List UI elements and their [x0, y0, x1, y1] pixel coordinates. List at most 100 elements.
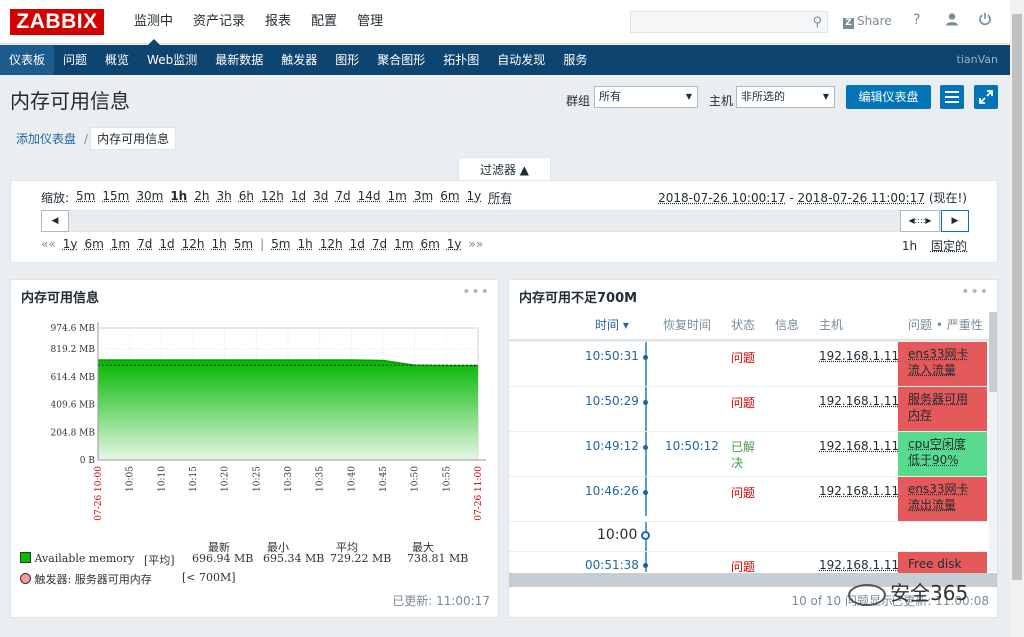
- zoom-option[interactable]: 1h: [170, 189, 187, 206]
- nav-triggers[interactable]: 触发器: [272, 45, 326, 75]
- nav-dashboard[interactable]: 仪表板: [0, 45, 55, 75]
- zoom-option[interactable]: 1m: [388, 189, 407, 206]
- table-row[interactable]: 10:49:12 10:50:12 已解决 192.168.1.11 cpu空闲…: [509, 431, 997, 477]
- menu-inventory[interactable]: 资产记录: [183, 0, 255, 44]
- row-time[interactable]: 10:49:12: [585, 439, 639, 453]
- breadcrumb-parent[interactable]: 添加仪表盘: [10, 130, 82, 147]
- row-recovery[interactable]: 10:50:12: [665, 439, 719, 453]
- zoom-option[interactable]: 3m: [414, 189, 433, 206]
- nav-forward-option[interactable]: 7d: [372, 237, 387, 251]
- share-link[interactable]: Z Share: [843, 14, 892, 29]
- host-select[interactable]: 非所选的 ▼: [736, 86, 835, 108]
- search-input[interactable]: ⚲: [630, 11, 828, 33]
- nav-back-option[interactable]: 1d: [159, 237, 174, 251]
- zoom-option[interactable]: 15m: [102, 189, 129, 206]
- row-host[interactable]: 192.168.1.11: [819, 394, 899, 408]
- nav-back-option[interactable]: 1h: [212, 237, 227, 251]
- nav-web[interactable]: Web监测: [138, 45, 206, 75]
- slider-left-button[interactable]: ◀: [41, 210, 69, 232]
- nav-discovery[interactable]: 自动发现: [488, 45, 554, 75]
- page-scrollbar-thumb[interactable]: [1012, 14, 1022, 580]
- row-problem[interactable]: Free disk: [898, 552, 987, 573]
- row-host[interactable]: 192.168.1.11: [819, 349, 899, 363]
- zoom-option[interactable]: 6m: [440, 189, 459, 206]
- table-row[interactable]: 10:46:26 问题 192.168.1.11 ens33网卡流出流量: [509, 476, 997, 522]
- nav-overview[interactable]: 概览: [96, 45, 138, 75]
- nav-forward-option[interactable]: 1y: [447, 237, 462, 251]
- slider-handle[interactable]: ◀::::▶: [900, 210, 940, 232]
- page-scrollbar[interactable]: [1010, 0, 1024, 637]
- row-host[interactable]: 192.168.1.11: [819, 484, 899, 498]
- menu-administration[interactable]: 管理: [347, 0, 393, 44]
- fixed-toggle[interactable]: 固定的: [931, 239, 967, 253]
- table-row[interactable]: 10:50:29 问题 192.168.1.11 服务器可用内存: [509, 386, 997, 432]
- zoom-option[interactable]: 6h: [239, 189, 254, 206]
- widget-menu-icon[interactable]: •••: [462, 284, 490, 300]
- edit-dashboard-button[interactable]: 编辑仪表盘: [846, 85, 931, 109]
- nav-back-option[interactable]: 7d: [137, 237, 152, 251]
- scrollbar-thumb[interactable]: [989, 312, 997, 392]
- zoom-option[interactable]: 7d: [335, 189, 350, 206]
- nav-back-option[interactable]: 1m: [111, 237, 130, 251]
- row-time[interactable]: 00:51:38: [585, 558, 639, 572]
- zoom-option[interactable]: 1y: [467, 189, 482, 206]
- nav-forward-option[interactable]: 1d: [350, 237, 365, 251]
- zoom-option[interactable]: 12h: [261, 189, 284, 206]
- zoom-option[interactable]: 所有: [488, 189, 512, 206]
- period-from[interactable]: 2018-07-26 10:00:17: [658, 191, 785, 205]
- zoom-option[interactable]: 14d: [358, 189, 381, 206]
- zoom-option[interactable]: 30m: [136, 189, 163, 206]
- row-problem[interactable]: 服务器可用内存: [898, 387, 987, 432]
- row-host[interactable]: 192.168.1.11: [819, 558, 899, 572]
- row-problem[interactable]: ens33网卡流出流量: [898, 477, 987, 522]
- row-time[interactable]: 10:50:31: [585, 349, 639, 363]
- table-row[interactable]: 10:50:31 问题 192.168.1.11 ens33网卡流入流量: [509, 341, 997, 387]
- zoom-option[interactable]: 5m: [76, 189, 95, 206]
- zoom-option[interactable]: 3d: [313, 189, 328, 206]
- zoom-option[interactable]: 3h: [216, 189, 231, 206]
- nav-forward-option[interactable]: 6m: [420, 237, 439, 251]
- nav-forward-arrows[interactable]: »»: [469, 237, 484, 251]
- menu-monitoring[interactable]: 监测中: [124, 0, 183, 45]
- row-problem[interactable]: ens33网卡流入流量: [898, 342, 987, 387]
- group-select[interactable]: 所有 ▼: [594, 86, 698, 108]
- nav-forward-option[interactable]: 1h: [297, 237, 312, 251]
- nav-forward-option[interactable]: 5m: [271, 237, 290, 251]
- row-time[interactable]: 10:46:26: [585, 484, 639, 498]
- nav-problems[interactable]: 问题: [54, 45, 96, 75]
- table-row[interactable]: 00:51:38 问题 192.168.1.11 Free disk: [509, 551, 997, 573]
- time-slider[interactable]: ◀ ◀::::▶ ▶: [41, 210, 969, 232]
- nav-back-arrows[interactable]: ««: [41, 237, 56, 251]
- col-time[interactable]: 时间 ▾: [595, 312, 629, 340]
- nav-back-option[interactable]: 5m: [234, 237, 253, 251]
- vertical-scrollbar[interactable]: [989, 312, 997, 572]
- help-icon[interactable]: ?: [913, 12, 920, 28]
- row-host[interactable]: 192.168.1.11: [819, 439, 899, 453]
- nav-screens[interactable]: 聚合图形: [368, 45, 434, 75]
- period-to[interactable]: 2018-07-26 11:00:17: [798, 191, 925, 205]
- power-icon[interactable]: [978, 12, 992, 30]
- zabbix-logo[interactable]: ZABBIX: [10, 9, 104, 35]
- zoom-option[interactable]: 1d: [291, 189, 306, 206]
- filter-tab[interactable]: 过滤器 ▲: [458, 157, 551, 181]
- menu-reports[interactable]: 报表: [255, 0, 301, 44]
- nav-forward-option[interactable]: 1m: [394, 237, 413, 251]
- nav-services[interactable]: 服务: [554, 45, 596, 75]
- nav-back-option[interactable]: 1y: [63, 237, 78, 251]
- row-time[interactable]: 10:50:29: [585, 394, 639, 408]
- slider-right-button[interactable]: ▶: [941, 210, 969, 232]
- menu-configuration[interactable]: 配置: [301, 0, 347, 44]
- nav-graphs[interactable]: 图形: [326, 45, 368, 75]
- search-icon[interactable]: ⚲: [812, 15, 822, 30]
- widget-menu-icon[interactable]: •••: [961, 284, 989, 300]
- nav-maps[interactable]: 拓扑图: [434, 45, 488, 75]
- nav-back-option[interactable]: 12h: [182, 237, 205, 251]
- zoom-option[interactable]: 2h: [194, 189, 209, 206]
- menu-button[interactable]: [940, 85, 964, 109]
- fullscreen-button[interactable]: [974, 85, 998, 109]
- user-icon[interactable]: [945, 12, 959, 30]
- nav-back-option[interactable]: 6m: [84, 237, 103, 251]
- nav-latest-data[interactable]: 最新数据: [206, 45, 272, 75]
- row-problem[interactable]: cpu空闲度低于90%: [898, 432, 987, 477]
- nav-forward-option[interactable]: 12h: [320, 237, 343, 251]
